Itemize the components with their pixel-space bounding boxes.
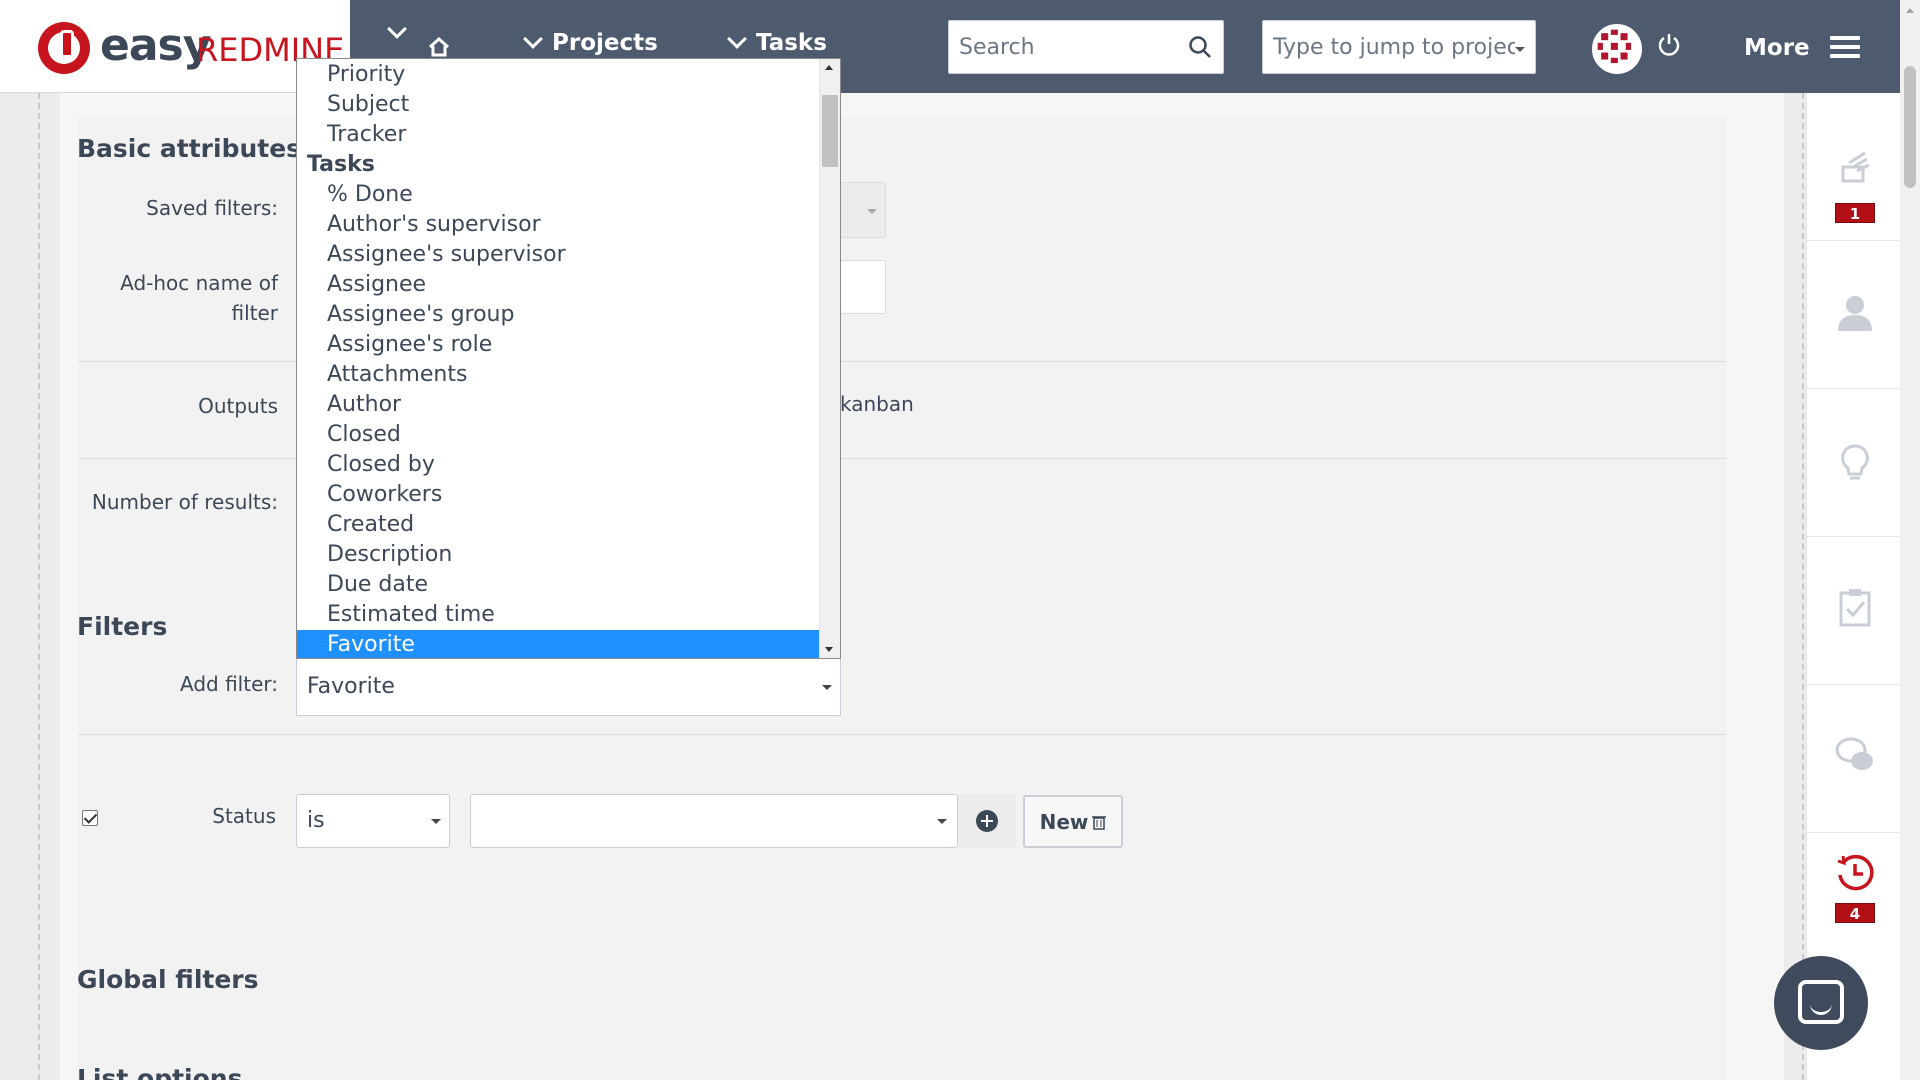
avatar-pattern-icon (1595, 27, 1634, 66)
global-filters-heading: Global filters (77, 965, 259, 994)
dropdown-option[interactable]: Due date (297, 570, 819, 600)
user-icon (1838, 296, 1872, 331)
divider (78, 734, 1726, 735)
dropdown-option[interactable]: Assignee's supervisor (297, 240, 819, 270)
dropdown-scroll-thumb[interactable] (822, 95, 838, 167)
outputs-kanban-option[interactable]: kanban (840, 392, 914, 416)
dropdown-option[interactable]: Author (297, 390, 819, 420)
caret-down-icon (822, 685, 832, 690)
dropdown-option[interactable]: % Done (297, 180, 819, 210)
right-sidebar: 1 4 (1806, 93, 1901, 1080)
new-button-label: New (1039, 809, 1089, 834)
page-scrollbar[interactable] (1900, 0, 1920, 1080)
nav-tasks-label: Tasks (756, 30, 827, 56)
basic-attributes-heading: Basic attributes: (77, 134, 312, 163)
nav-menu-toggle[interactable] (387, 19, 407, 39)
power-icon[interactable] (1656, 32, 1682, 58)
chat-bubbles-icon (1835, 737, 1873, 770)
lightbulb-icon (1841, 444, 1869, 480)
filters-heading: Filters (77, 612, 168, 641)
new-status-button[interactable]: New (1023, 795, 1123, 848)
saved-filters-select[interactable] (840, 182, 886, 238)
avatar[interactable] (1592, 24, 1642, 74)
add-filter-selected-value: Favorite (307, 674, 395, 699)
dropdown-scrollbar[interactable] (819, 59, 840, 658)
nav-projects-label: Projects (552, 30, 658, 56)
jump-to-project-box (1262, 20, 1536, 74)
sidebar-item-activity[interactable]: 1 (1807, 93, 1901, 241)
history-badge: 4 (1835, 903, 1875, 923)
adhoc-name-input[interactable] (840, 260, 886, 314)
dropdown-option[interactable]: Closed by (297, 450, 819, 480)
plus-circle-icon (976, 810, 998, 832)
status-operator-value: is (307, 808, 325, 833)
chat-icon (1798, 980, 1844, 1024)
dropdown-option[interactable]: Author's supervisor (297, 210, 819, 240)
sidebar-item-ideas[interactable] (1807, 389, 1901, 537)
saved-filters-label: Saved filters: (146, 196, 278, 220)
hamburger-menu-icon[interactable] (1830, 36, 1860, 58)
dropdown-option[interactable]: Description (297, 540, 819, 570)
dropdown-option[interactable]: Subject (297, 90, 819, 120)
status-filter-label: Status (212, 804, 276, 828)
jump-to-project-input[interactable] (1263, 21, 1535, 73)
add-value-button[interactable] (958, 794, 1016, 848)
caret-down-icon (867, 209, 877, 214)
add-filter-dropdown-list[interactable]: Priority Subject Tracker Tasks % Done Au… (296, 58, 841, 659)
chevron-down-icon (387, 19, 407, 39)
dropdown-option[interactable]: Assignee's group (297, 300, 819, 330)
dropdown-option[interactable]: Tracker (297, 120, 819, 150)
home-icon[interactable] (428, 36, 450, 58)
caret-down-icon (431, 819, 441, 824)
dropdown-option[interactable]: Attachments (297, 360, 819, 390)
list-options-heading: List options (77, 1064, 243, 1080)
dropdown-option[interactable]: Assignee's role (297, 330, 819, 360)
caret-down-icon (1515, 47, 1525, 52)
more-menu-label[interactable]: More (1744, 35, 1810, 61)
page-scroll-thumb[interactable] (1904, 66, 1916, 188)
sidebar-item-chat[interactable] (1807, 685, 1901, 833)
trash-icon (1092, 815, 1107, 830)
dropdown-option-selected[interactable]: Favorite (297, 630, 819, 658)
dropdown-option[interactable]: Created (297, 510, 819, 540)
caret-down-icon (937, 819, 947, 824)
scroll-down-arrow-icon[interactable] (825, 647, 833, 652)
logo-mark-icon (38, 22, 90, 74)
history-clock-icon (1837, 854, 1874, 891)
dropdown-option[interactable]: Coworkers (297, 480, 819, 510)
dropdown-group-header: Tasks (307, 152, 375, 177)
adhoc-name-label-line1: Ad-hoc name of (120, 271, 278, 295)
add-filter-select[interactable]: Favorite (296, 659, 841, 716)
adhoc-name-label-line2: filter (231, 301, 278, 325)
search-box (948, 20, 1224, 74)
clipboard-check-icon (1839, 589, 1871, 627)
search-icon[interactable] (1187, 34, 1213, 60)
nav-projects[interactable]: Projects (523, 29, 658, 56)
sidebar-item-user[interactable] (1807, 241, 1901, 389)
dropdown-option[interactable]: Estimated time (297, 600, 819, 630)
logo-text-easy: easy (100, 20, 211, 71)
dropdown-option[interactable]: Closed (297, 420, 819, 450)
status-operator-select[interactable]: is (296, 794, 450, 848)
dropdown-option[interactable]: Priority (297, 60, 819, 90)
nav-tasks[interactable]: Tasks (727, 29, 827, 56)
add-filter-label: Add filter: (180, 672, 278, 696)
search-input[interactable] (949, 21, 1223, 73)
activity-feed-icon (1841, 151, 1870, 183)
scroll-up-arrow-icon[interactable] (825, 65, 833, 70)
activity-badge: 1 (1835, 203, 1875, 223)
support-chat-button[interactable] (1774, 956, 1868, 1050)
dropdown-option[interactable]: Assignee (297, 270, 819, 300)
top-bar: easy REDMINE Projects Tasks Search Type … (0, 0, 1900, 93)
number-of-results-label: Number of results: (91, 490, 278, 514)
sidebar-item-tasks[interactable] (1807, 537, 1901, 685)
chevron-down-icon (523, 29, 543, 49)
chevron-down-icon (727, 29, 747, 49)
outputs-label: Outputs (198, 394, 278, 418)
scroll-up-arrow-icon[interactable] (1906, 8, 1914, 13)
status-value-select[interactable] (470, 794, 958, 848)
